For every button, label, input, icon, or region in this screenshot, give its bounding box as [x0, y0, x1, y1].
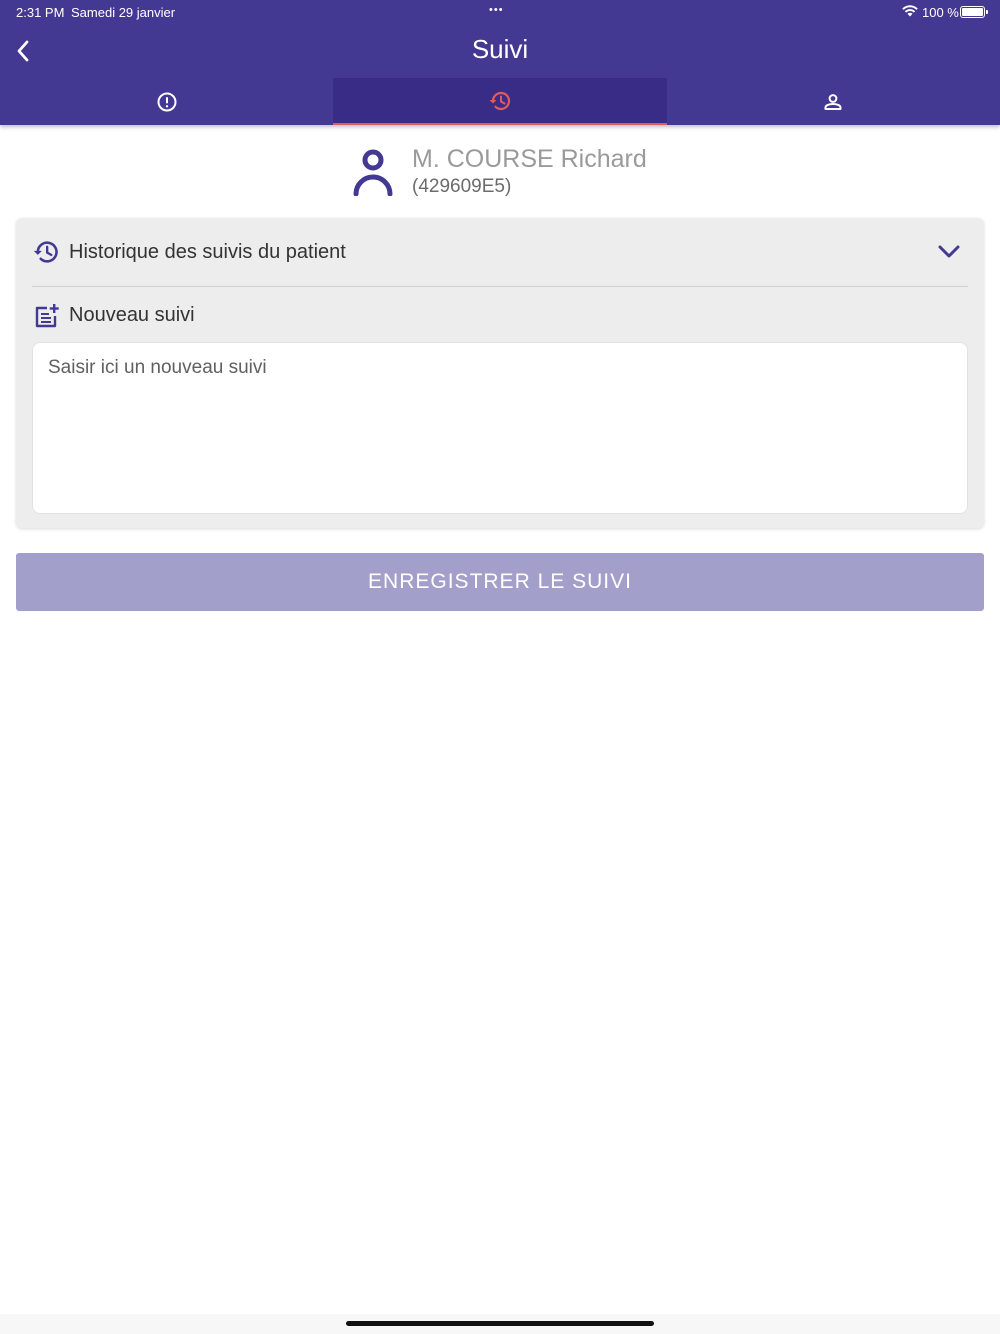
patient-name: M. COURSE Richard: [412, 145, 647, 173]
patient-avatar-icon: [353, 149, 393, 196]
patient-header: M. COURSE Richard (429609E5): [352, 143, 652, 203]
new-followup-input[interactable]: [32, 342, 968, 514]
status-bar: 2:31 PM Samedi 29 janvier ••• 100 %: [0, 0, 1000, 26]
home-indicator[interactable]: [346, 1321, 654, 1326]
multitasking-dots[interactable]: •••: [489, 4, 504, 16]
tab-bar: [0, 78, 1000, 125]
page-title: Suivi: [471, 34, 529, 64]
status-date: Samedi 29 janvier: [71, 5, 176, 20]
status-time: 2:31 PM: [16, 5, 65, 20]
note-add-icon: [35, 304, 59, 328]
new-followup-label: Nouveau suivi: [69, 304, 195, 326]
battery-percentage: 100 %: [922, 5, 959, 20]
followup-card: Historique des suivis du patient Nouveau…: [16, 218, 984, 528]
history-icon: [33, 241, 58, 263]
history-label: Historique des suivis du patient: [69, 241, 346, 263]
person-icon: [824, 93, 842, 110]
save-followup-button[interactable]: ENREGISTRER LE SUIVI: [16, 553, 984, 611]
tab-alerts[interactable]: [0, 78, 333, 125]
battery-icon: [960, 6, 988, 18]
divider: [32, 286, 968, 287]
chevron-down-icon[interactable]: [936, 240, 962, 262]
tab-patient[interactable]: [667, 78, 1000, 125]
history-accordion[interactable]: Historique des suivis du patient: [16, 218, 984, 286]
app-header: 2:31 PM Samedi 29 janvier ••• 100 % Suiv…: [0, 0, 1000, 125]
history-icon: [489, 91, 511, 110]
wifi-icon: [902, 5, 918, 20]
tab-history[interactable]: [333, 78, 667, 125]
alert-circle-icon: [157, 92, 177, 111]
patient-id: (429609E5): [412, 176, 512, 197]
